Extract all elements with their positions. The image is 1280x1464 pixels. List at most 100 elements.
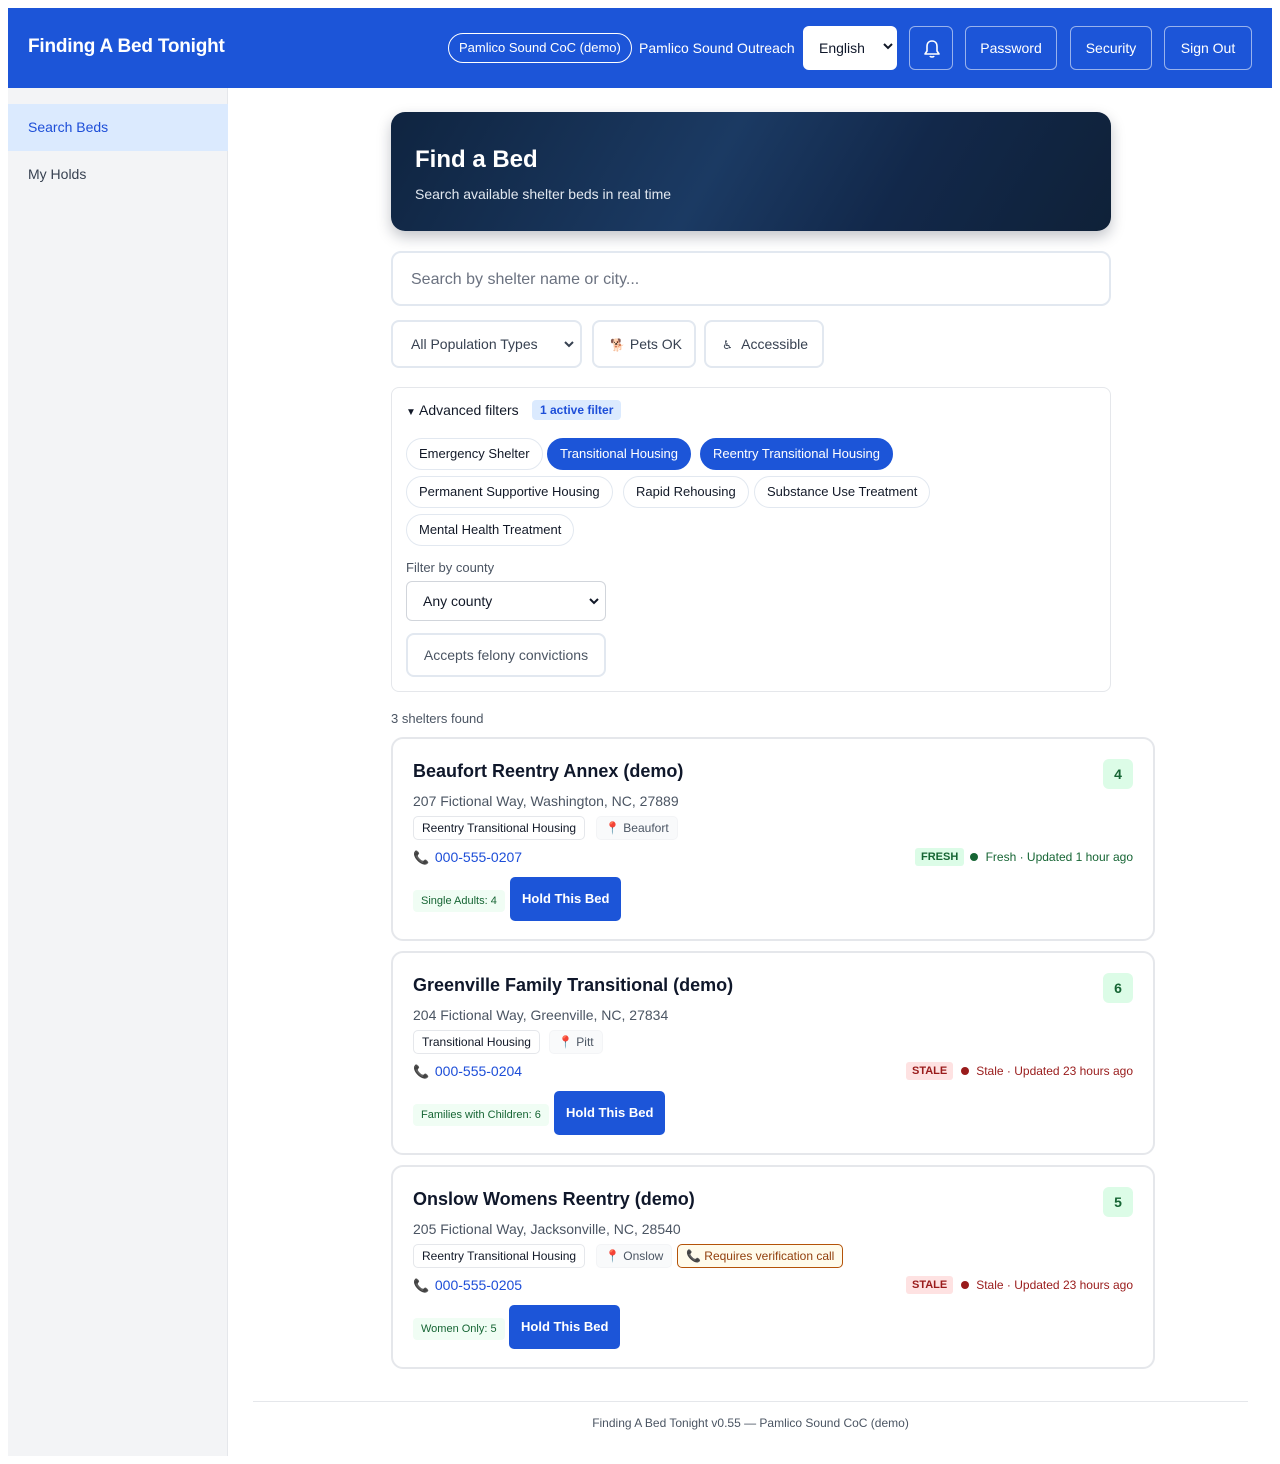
shelter-type-tag: Transitional Housing: [413, 1030, 540, 1054]
pin-icon: 📍: [558, 1035, 573, 1049]
shelter-address: 205 Fictional Way, Jacksonville, NC, 285…: [413, 1221, 681, 1237]
chevron-down-icon: [589, 598, 599, 605]
phone-icon: 📞: [413, 1278, 430, 1293]
freshness-text: Fresh · Updated 1 hour ago: [985, 850, 1133, 864]
advanced-filters-toggle[interactable]: ▼ Advanced filters: [406, 402, 519, 418]
security-button[interactable]: Security: [1070, 26, 1152, 70]
freshness-status: Stale · Updated 23 hours ago: [960, 1278, 1133, 1292]
county-name: Beaufort: [623, 821, 669, 835]
status-dot: [970, 853, 979, 861]
sidebar-item-my-holds[interactable]: My Holds: [8, 151, 228, 198]
shelter-name[interactable]: Greenville Family Transitional (demo): [413, 975, 733, 996]
felony-convictions-toggle[interactable]: Accepts felony convictions: [406, 633, 606, 677]
footer-text: Finding A Bed Tonight v0.55 — Pamlico So…: [592, 1416, 909, 1430]
freshness-status: Fresh · Updated 1 hour ago: [970, 850, 1133, 864]
language-value: English: [819, 40, 865, 56]
freshness-status: Stale · Updated 23 hours ago: [960, 1064, 1133, 1078]
freshness-text: Stale · Updated 23 hours ago: [976, 1278, 1133, 1292]
app-frame: Finding A Bed Tonight Pamlico Sound CoC …: [8, 8, 1272, 1456]
freshness-text: Stale · Updated 23 hours ago: [976, 1064, 1133, 1078]
pin-icon: 📍: [605, 821, 620, 835]
county-filter-label: Filter by county: [406, 560, 495, 575]
pets-ok-label: Pets OK: [629, 336, 683, 352]
population-tag: Families with Children: 6: [413, 1104, 549, 1126]
search-placeholder: Search by shelter name or city...: [411, 271, 640, 288]
shelter-name[interactable]: Beaufort Reentry Annex (demo): [413, 761, 683, 782]
page-subtitle: Search available shelter beds in real ti…: [415, 186, 672, 202]
phone-number: 000-555-0207: [434, 849, 523, 865]
status-dot: [960, 1067, 969, 1075]
verification-text: Requires verification call: [704, 1249, 835, 1263]
chip-reentry-transitional-housing[interactable]: Reentry Transitional Housing: [700, 438, 893, 470]
phone-link[interactable]: 📞 000-555-0204: [413, 1063, 522, 1080]
status-dot: [960, 1281, 969, 1289]
shelter-type-tag: Reentry Transitional Housing: [413, 816, 586, 840]
verification-tag: 📞 Requires verification call: [677, 1244, 844, 1268]
shelter-name[interactable]: Onslow Womens Reentry (demo): [413, 1189, 695, 1210]
bell-icon: [924, 40, 940, 58]
pets-ok-toggle[interactable]: 🐕 Pets OK: [592, 320, 696, 368]
shelter-address: 204 Fictional Way, Greenville, NC, 27834: [413, 1007, 669, 1023]
phone-icon: 📞: [413, 850, 430, 865]
chip-transitional-housing[interactable]: Transitional Housing: [547, 438, 692, 470]
freshness-badge: FRESH: [915, 848, 965, 866]
phone-number: 000-555-0205: [434, 1277, 523, 1293]
population-tag: Women Only: 5: [413, 1318, 505, 1340]
notifications-button[interactable]: [909, 26, 953, 70]
population-type-value: All Population Types: [411, 336, 538, 352]
accessible-toggle[interactable]: ♿ Accessible: [704, 320, 824, 368]
advanced-filters-panel: ▼ Advanced filters 1 active filter Emerg…: [391, 387, 1111, 692]
search-input[interactable]: Search by shelter name or city...: [391, 251, 1111, 306]
active-filter-badge: 1 active filter: [532, 400, 622, 420]
chevron-down-icon: [883, 43, 893, 50]
chip-emergency-shelter[interactable]: Emergency Shelter: [406, 438, 543, 470]
county-tag: 📍 Pitt: [549, 1030, 603, 1054]
org-name: Pamlico Sound Outreach: [639, 40, 795, 56]
phone-link[interactable]: 📞 000-555-0205: [413, 1277, 522, 1294]
chip-permanent-supportive-housing[interactable]: Permanent Supportive Housing: [406, 476, 613, 508]
county-tag: 📍 Beaufort: [596, 816, 678, 840]
language-select[interactable]: English: [803, 26, 897, 70]
shelter-card[interactable]: Beaufort Reentry Annex (demo) 4 207 Fict…: [391, 737, 1155, 941]
shelter-card[interactable]: Greenville Family Transitional (demo) 6 …: [391, 951, 1155, 1155]
pin-icon: 📍: [605, 1249, 620, 1263]
population-type-select[interactable]: All Population Types: [391, 320, 582, 368]
chip-mental-health-treatment[interactable]: Mental Health Treatment: [406, 514, 575, 546]
sidebar-item-search-beds[interactable]: Search Beds: [8, 104, 228, 151]
triangle-down-icon: ▼: [406, 407, 416, 418]
available-beds-count: 5: [1103, 1187, 1133, 1217]
phone-icon: 📞: [413, 1064, 430, 1079]
county-name: Onslow: [623, 1249, 664, 1263]
county-name: Pitt: [576, 1035, 594, 1049]
app-brand[interactable]: Finding A Bed Tonight: [28, 36, 225, 58]
dog-icon: 🐕: [610, 338, 625, 352]
sign-out-button[interactable]: Sign Out: [1164, 26, 1252, 70]
sidebar: Search Beds My Holds: [8, 88, 228, 1456]
available-beds-count: 6: [1103, 973, 1133, 1003]
freshness-badge: STALE: [906, 1062, 954, 1080]
hold-bed-button[interactable]: Hold This Bed: [510, 877, 622, 921]
county-select[interactable]: Any county: [406, 581, 606, 621]
footer-divider: [253, 1401, 1248, 1402]
coc-badge: Pamlico Sound CoC (demo): [448, 33, 632, 63]
chip-substance-use-treatment[interactable]: Substance Use Treatment: [754, 476, 931, 508]
county-tag: 📍 Onslow: [596, 1244, 673, 1268]
chip-rapid-rehousing[interactable]: Rapid Rehousing: [623, 476, 749, 508]
shelter-type-tag: Reentry Transitional Housing: [413, 1244, 586, 1268]
hold-bed-button[interactable]: Hold This Bed: [509, 1305, 621, 1349]
password-button[interactable]: Password: [965, 26, 1057, 70]
results-count: 3 shelters found: [391, 711, 484, 726]
population-tag: Single Adults: 4: [413, 890, 505, 912]
county-value: Any county: [423, 593, 493, 609]
chevron-down-icon: [564, 341, 574, 348]
shelter-card[interactable]: Onslow Womens Reentry (demo) 5 205 Ficti…: [391, 1165, 1155, 1369]
phone-link[interactable]: 📞 000-555-0207: [413, 849, 522, 866]
top-header: Finding A Bed Tonight Pamlico Sound CoC …: [8, 8, 1272, 88]
phone-icon: 📞: [686, 1249, 701, 1263]
hero-banner: Find a Bed Search available shelter beds…: [391, 112, 1111, 231]
freshness-badge: STALE: [906, 1276, 954, 1294]
wheelchair-icon: ♿: [722, 338, 733, 352]
hold-bed-button[interactable]: Hold This Bed: [554, 1091, 666, 1135]
advanced-filters-title: Advanced filters: [419, 402, 519, 418]
available-beds-count: 4: [1103, 759, 1133, 789]
